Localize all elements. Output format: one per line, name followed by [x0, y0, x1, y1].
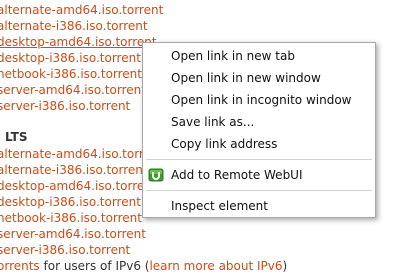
utorrent-webui-icon	[148, 168, 164, 182]
menu-copy-link-address[interactable]: Copy link address	[143, 133, 375, 155]
torrent-link-desktop-i386[interactable]: desktop-i386.iso.torrent	[0, 51, 141, 65]
torrent-link-desktop-amd64[interactable]: desktop-amd64.iso.torrent	[0, 35, 157, 49]
lts-heading: LTS	[5, 130, 28, 144]
lts-torrent-link-desktop-amd64[interactable]: desktop-amd64.iso.torrent	[0, 179, 157, 193]
ipv6-text: for users of IPv6 (	[39, 259, 150, 273]
menu-add-to-remote-webui[interactable]: Add to Remote WebUI	[143, 164, 375, 186]
lts-torrent-link-desktop-i386[interactable]: desktop-i386.iso.torrent	[0, 195, 141, 209]
ipv6-text-end: )	[282, 259, 288, 273]
lts-torrent-link-netbook-i386[interactable]: netbook-i386.iso.torrent	[0, 211, 142, 225]
menu-open-incognito[interactable]: Open link in incognito window	[143, 89, 375, 111]
menu-inspect-element[interactable]: Inspect element	[143, 195, 375, 217]
menu-open-new-window[interactable]: Open link in new window	[143, 67, 375, 89]
ipv6-torrents-link[interactable]: orrents	[0, 259, 40, 273]
menu-open-new-tab[interactable]: Open link in new tab	[143, 45, 375, 67]
torrent-link-server-amd64[interactable]: server-amd64.iso.torrent	[0, 83, 146, 97]
menu-separator	[146, 159, 372, 160]
menu-save-link-as[interactable]: Save link as...	[143, 111, 375, 133]
torrent-link-alternate-amd64[interactable]: alternate-amd64.iso.torrent	[0, 3, 163, 17]
torrent-link-netbook-i386[interactable]: netbook-i386.iso.torrent	[0, 67, 142, 81]
ipv6-line: orrents for users of IPv6 (learn more ab…	[0, 258, 287, 274]
torrent-link-alternate-i386[interactable]: alternate-i386.iso.torrent	[0, 19, 148, 33]
lts-torrent-link-server-amd64[interactable]: server-amd64.iso.torrent	[0, 227, 146, 241]
lts-torrent-link-alternate-amd64[interactable]: alternate-amd64.iso.torrent	[0, 147, 163, 161]
menu-separator	[146, 190, 372, 191]
context-menu: Open link in new tab Open link in new wi…	[142, 42, 376, 218]
lts-torrent-link-alternate-i386[interactable]: alternate-i386.iso.torrent	[0, 163, 148, 177]
lts-torrent-link-server-i386[interactable]: server-i386.iso.torrent	[0, 243, 130, 257]
torrent-link-server-i386[interactable]: server-i386.iso.torrent	[0, 99, 130, 113]
menu-add-to-remote-webui-label: Add to Remote WebUI	[171, 168, 303, 182]
learn-more-ipv6-link[interactable]: learn more about IPv6	[149, 259, 282, 273]
